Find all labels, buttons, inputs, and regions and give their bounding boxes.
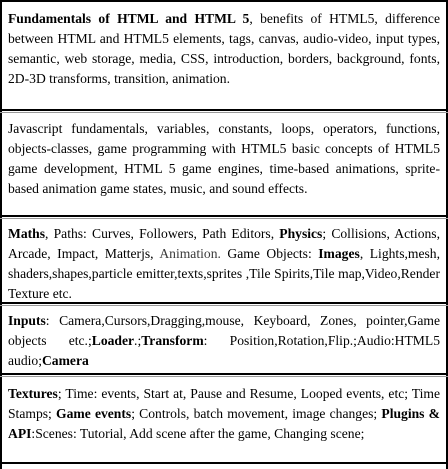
bold-term: Fundamentals of HTML and HTML 5 xyxy=(8,11,250,26)
body-text: Animation. xyxy=(159,246,221,261)
bold-term: Loader xyxy=(91,333,135,348)
row-divider xyxy=(0,109,448,111)
row-divider-shadow xyxy=(0,305,448,306)
row-divider xyxy=(0,215,448,217)
row-divider xyxy=(0,373,448,375)
bold-term: Camera xyxy=(41,353,89,368)
bold-term: Transform xyxy=(141,333,204,348)
bold-term: Game events xyxy=(56,406,132,421)
syllabus-row-1: Fundamentals of HTML and HTML 5, benefit… xyxy=(4,9,444,89)
body-text: :Scenes: Tutorial, Add scene after the g… xyxy=(31,426,365,441)
body-text: ; Controls, batch movement, image change… xyxy=(131,406,382,421)
bold-term: Textures xyxy=(8,386,58,401)
body-text: Javascript fundamentals, variables, cons… xyxy=(8,121,440,196)
bold-term: Inputs xyxy=(8,313,46,328)
row-divider-shadow xyxy=(0,218,448,219)
row-divider-shadow xyxy=(0,112,448,113)
document-page: Fundamentals of HTML and HTML 5, benefit… xyxy=(0,0,448,469)
bold-term: Images xyxy=(318,246,360,261)
table-top-border xyxy=(0,0,448,2)
body-text: Game Objects: xyxy=(220,246,319,261)
bold-term: Maths xyxy=(8,226,46,241)
syllabus-row-2: Javascript fundamentals, variables, cons… xyxy=(4,119,444,199)
table-left-border xyxy=(0,0,2,469)
bold-term: Physics xyxy=(279,226,323,241)
syllabus-row-3: Maths, Paths: Curves, Followers, Path Ed… xyxy=(4,224,444,304)
row-divider-shadow xyxy=(0,376,448,377)
syllabus-row-4: Inputs: Camera,Cursors,Dragging,mouse, K… xyxy=(4,311,444,371)
row-divider xyxy=(0,302,448,304)
body-text: , Paths: Curves, Followers, Path Editors… xyxy=(45,226,280,241)
table-bottom-border xyxy=(0,462,448,464)
syllabus-row-5: Textures; Time: events, Start at, Pause … xyxy=(4,384,444,444)
